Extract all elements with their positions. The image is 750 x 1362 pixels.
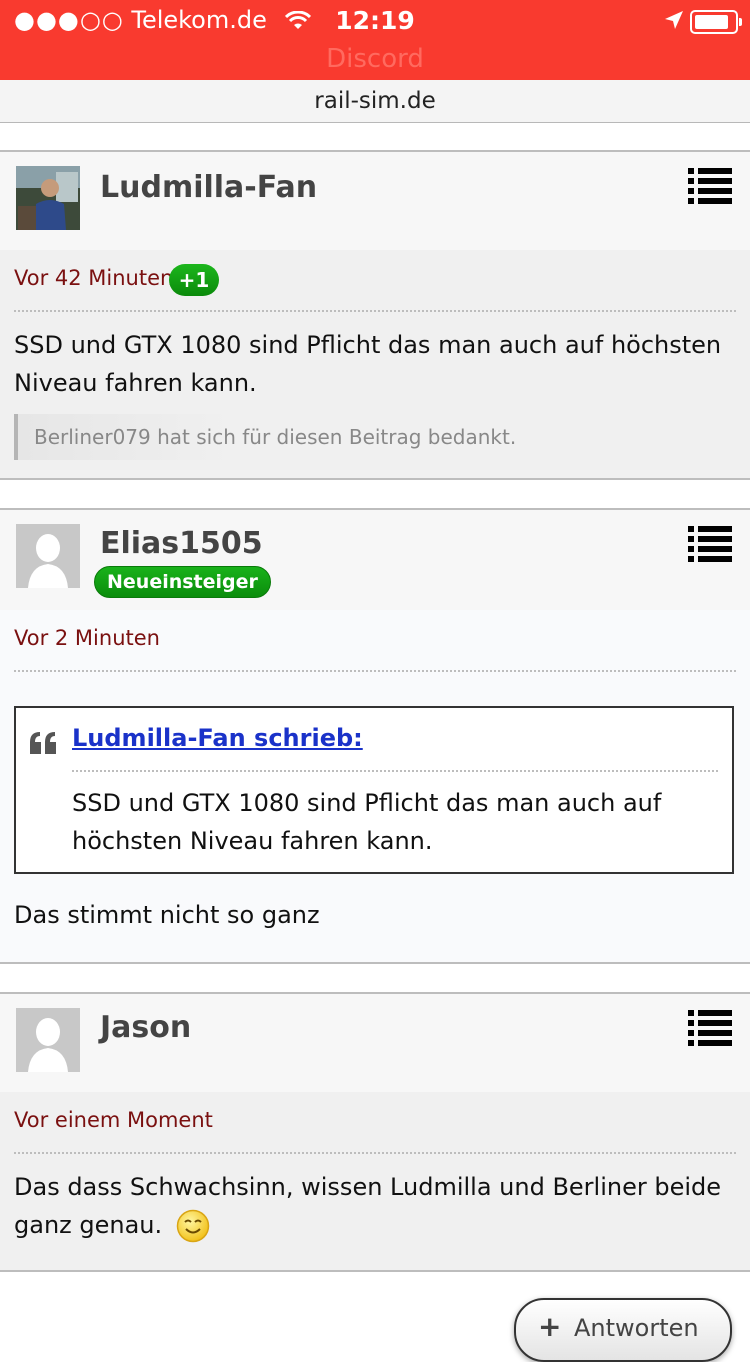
url-bar[interactable]: rail-sim.de — [0, 80, 750, 123]
default-avatar-icon[interactable] — [16, 524, 80, 588]
reply-button-label: Antworten — [574, 1314, 699, 1342]
post-meta: Vor 2 Minuten — [14, 610, 736, 672]
post-message-text: Das dass Schwachsinn, wissen Ludmilla un… — [14, 1173, 722, 1239]
quote-text: SSD und GTX 1080 sind Pflicht das man au… — [72, 789, 662, 855]
post-time[interactable]: Vor 2 Minuten — [14, 626, 160, 650]
smiley-icon — [176, 1209, 210, 1243]
post-body: Vor 2 Minuten Ludmilla-Fan schrieb: SSD … — [0, 610, 750, 962]
battery-icon — [690, 10, 742, 34]
app-title-ghost: Discord — [326, 44, 424, 74]
post-meta: Vor 42 Minuten +1 — [14, 250, 736, 312]
post-ludmilla-fan: Ludmilla-Fan Vor 42 Minuten +1 SSD und G… — [0, 150, 750, 480]
like-count-badge[interactable]: +1 — [169, 264, 219, 296]
list-icon[interactable] — [688, 526, 732, 562]
post-message: Das stimmt nicht so ganz — [14, 901, 320, 929]
post-header: Jason — [0, 994, 750, 1092]
list-icon[interactable] — [688, 168, 732, 204]
quote-author-link[interactable]: Ludmilla-Fan schrieb: — [72, 724, 363, 752]
post-body: Vor 42 Minuten +1 SSD und GTX 1080 sind … — [0, 250, 750, 476]
plus-icon: + — [538, 1310, 562, 1343]
reply-button[interactable]: + Antworten — [514, 1298, 732, 1362]
rank-badge: Neueinsteiger — [94, 566, 271, 598]
post-message: Das dass Schwachsinn, wissen Ludmilla un… — [14, 1168, 736, 1244]
clock: 12:19 — [335, 6, 415, 35]
quote-block: Ludmilla-Fan schrieb: SSD und GTX 1080 s… — [14, 706, 734, 874]
url-text: rail-sim.de — [314, 88, 436, 114]
post-meta: Vor einem Moment — [14, 1092, 736, 1154]
quote-divider — [72, 770, 718, 772]
post-body: Vor einem Moment Das dass Schwachsinn, w… — [0, 1092, 750, 1270]
list-icon[interactable] — [688, 1010, 732, 1046]
username[interactable]: Ludmilla-Fan — [100, 170, 317, 205]
location-arrow-icon — [665, 11, 683, 29]
username[interactable]: Elias1505 — [100, 526, 263, 561]
username[interactable]: Jason — [100, 1010, 191, 1045]
quote-icon — [30, 732, 56, 754]
user-avatar-photo[interactable] — [16, 166, 80, 230]
post-header: Ludmilla-Fan — [0, 152, 750, 250]
post-jason: Jason Vor einem Moment Das dass Schwachs… — [0, 992, 750, 1272]
post-time[interactable]: Vor 42 Minuten — [14, 266, 173, 290]
status-bar: ●●●○○ Telekom.de 12:19 Discord — [0, 0, 750, 80]
default-avatar-icon[interactable] — [16, 1008, 80, 1072]
thanks-note: Berliner079 hat sich für diesen Beitrag … — [14, 414, 516, 460]
post-elias1505: Elias1505 Neueinsteiger Vor 2 Minuten Lu… — [0, 508, 750, 964]
post-message: SSD und GTX 1080 sind Pflicht das man au… — [14, 331, 722, 397]
post-time[interactable]: Vor einem Moment — [14, 1108, 213, 1132]
post-header: Elias1505 Neueinsteiger — [0, 510, 750, 610]
